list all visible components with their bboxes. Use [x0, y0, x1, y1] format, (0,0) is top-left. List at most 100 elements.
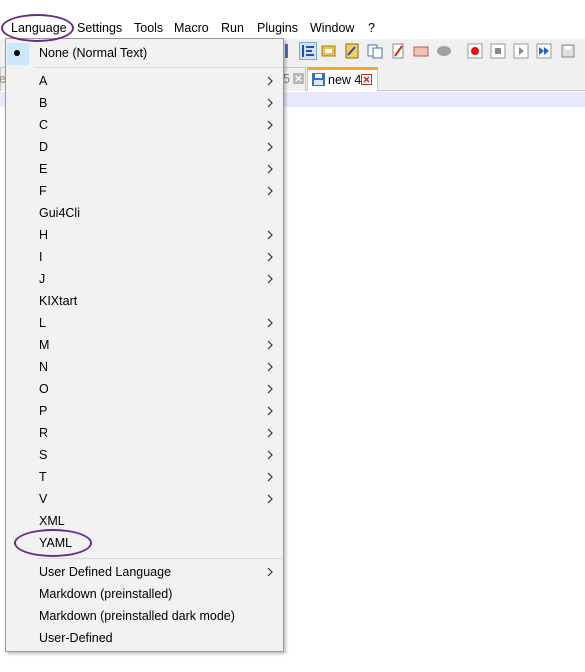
menu-item-r[interactable]: R: [6, 422, 283, 444]
menu-item-label: R: [39, 426, 49, 440]
chevron-right-icon: [267, 274, 273, 284]
menu-settings[interactable]: Settings: [75, 20, 124, 37]
menu-macro[interactable]: Macro: [172, 20, 211, 37]
menu-item-h[interactable]: H: [6, 224, 283, 246]
word-wrap-icon[interactable]: [299, 42, 317, 60]
chevron-right-icon: [267, 472, 273, 482]
menu-item-s[interactable]: S: [6, 444, 283, 466]
menu-item-label: M: [39, 338, 50, 352]
monitor-icon[interactable]: [413, 43, 429, 59]
highlight-ellipse-language: [1, 14, 74, 42]
chevron-right-icon: [267, 428, 273, 438]
menu-plugins[interactable]: Plugins: [255, 20, 300, 37]
chevron-right-icon: [267, 340, 273, 350]
menu-item-n[interactable]: N: [6, 356, 283, 378]
chevron-right-icon: [267, 362, 273, 372]
menu-item-v[interactable]: V: [6, 488, 283, 510]
close-icon[interactable]: [361, 74, 372, 85]
doc-map-icon[interactable]: [344, 43, 360, 59]
menu-item-l[interactable]: L: [6, 312, 283, 334]
menu-item-label: E: [39, 162, 48, 176]
menu-item-label: None (Normal Text): [39, 46, 148, 60]
menu-item-label: Markdown (preinstalled dark mode): [39, 609, 235, 623]
menu-item-b[interactable]: B: [6, 92, 283, 114]
folder-icon[interactable]: [390, 43, 406, 59]
menu-item-label: N: [39, 360, 49, 374]
record-macro-icon[interactable]: [467, 43, 483, 59]
menu-item-label: S: [39, 448, 48, 462]
menu-item-none-normal-text[interactable]: None (Normal Text): [6, 42, 283, 65]
menu-item-label: B: [39, 96, 48, 110]
close-icon[interactable]: [293, 73, 304, 84]
chevron-right-icon: [267, 318, 273, 328]
chevron-right-icon: [267, 406, 273, 416]
menu-item-j[interactable]: J: [6, 268, 283, 290]
menu-item-label: T: [39, 470, 47, 484]
menu-item-e[interactable]: E: [6, 158, 283, 180]
chevron-right-icon: [267, 120, 273, 130]
indent-guide-icon[interactable]: [282, 43, 298, 59]
menu-item-label: F: [39, 184, 47, 198]
tab-label: new 4: [328, 73, 362, 87]
menu-item-d[interactable]: D: [6, 136, 283, 158]
menu-separator: [36, 67, 282, 68]
menu-item-markdown-dark[interactable]: Markdown (preinstalled dark mode): [6, 605, 283, 627]
tab-new-4[interactable]: new 4: [307, 67, 378, 91]
menu-item-label: P: [39, 404, 48, 418]
chevron-right-icon: [267, 76, 273, 86]
menu-item-label: J: [39, 272, 46, 286]
menu-item-user-defined-language[interactable]: User Defined Language: [6, 561, 283, 583]
chevron-right-icon: [267, 164, 273, 174]
menu-item-label: XML: [39, 514, 65, 528]
chevron-right-icon: [267, 384, 273, 394]
menu-item-m[interactable]: M: [6, 334, 283, 356]
menu-item-markdown-preinstalled[interactable]: Markdown (preinstalled): [6, 583, 283, 605]
menu-item-i[interactable]: I: [6, 246, 283, 268]
menu-item-f[interactable]: F: [6, 180, 283, 202]
menu-run[interactable]: Run: [219, 20, 246, 37]
user-lang-icon[interactable]: [321, 43, 337, 59]
menu-item-t[interactable]: T: [6, 466, 283, 488]
menu-item-label: Markdown (preinstalled): [39, 587, 173, 601]
menu-item-label: H: [39, 228, 49, 242]
menu-item-label: V: [39, 492, 48, 506]
stop-record-icon[interactable]: [490, 43, 506, 59]
menu-item-label: User-Defined: [39, 631, 113, 645]
chevron-right-icon: [267, 186, 273, 196]
language-dropdown-menu: None (Normal Text) A B C D E F Gui4Cli H…: [5, 38, 284, 652]
menu-item-label: Gui4Cli: [39, 206, 80, 220]
tab-label: 5: [283, 72, 290, 86]
menu-separator: [36, 558, 282, 559]
play-macro-icon[interactable]: [513, 43, 529, 59]
run-multiple-icon[interactable]: [536, 43, 552, 59]
menu-item-label: KIXtart: [39, 294, 78, 308]
chevron-right-icon: [267, 450, 273, 460]
menu-item-label: O: [39, 382, 49, 396]
chevron-right-icon: [267, 230, 273, 240]
chevron-right-icon: [267, 567, 273, 577]
function-list-icon[interactable]: [367, 43, 383, 59]
chevron-right-icon: [267, 142, 273, 152]
menu-item-user-defined[interactable]: User-Defined: [6, 627, 283, 649]
menu-item-c[interactable]: C: [6, 114, 283, 136]
chevron-right-icon: [267, 494, 273, 504]
menu-item-gui4cli[interactable]: Gui4Cli: [6, 202, 283, 224]
save-macro-icon[interactable]: [560, 43, 576, 59]
menu-item-p[interactable]: P: [6, 400, 283, 422]
monitor-off-icon[interactable]: [436, 43, 452, 59]
menu-item-kixtart[interactable]: KIXtart: [6, 290, 283, 312]
menu-bar: Language Settings Tools Macro Run Plugin…: [0, 17, 585, 39]
menu-item-label: D: [39, 140, 49, 154]
chevron-right-icon: [267, 252, 273, 262]
menu-item-label: User Defined Language: [39, 565, 172, 579]
highlight-ellipse-yaml: [14, 529, 92, 557]
menu-item-label: I: [39, 250, 43, 264]
menu-tools[interactable]: Tools: [132, 20, 165, 37]
menu-help[interactable]: ?: [366, 20, 377, 37]
tab-5[interactable]: 5: [282, 67, 306, 91]
menu-window[interactable]: Window: [308, 20, 356, 37]
menu-item-a[interactable]: A: [6, 70, 283, 92]
menu-item-o[interactable]: O: [6, 378, 283, 400]
menu-item-label: C: [39, 118, 49, 132]
radio-bullet-icon: [14, 50, 20, 56]
